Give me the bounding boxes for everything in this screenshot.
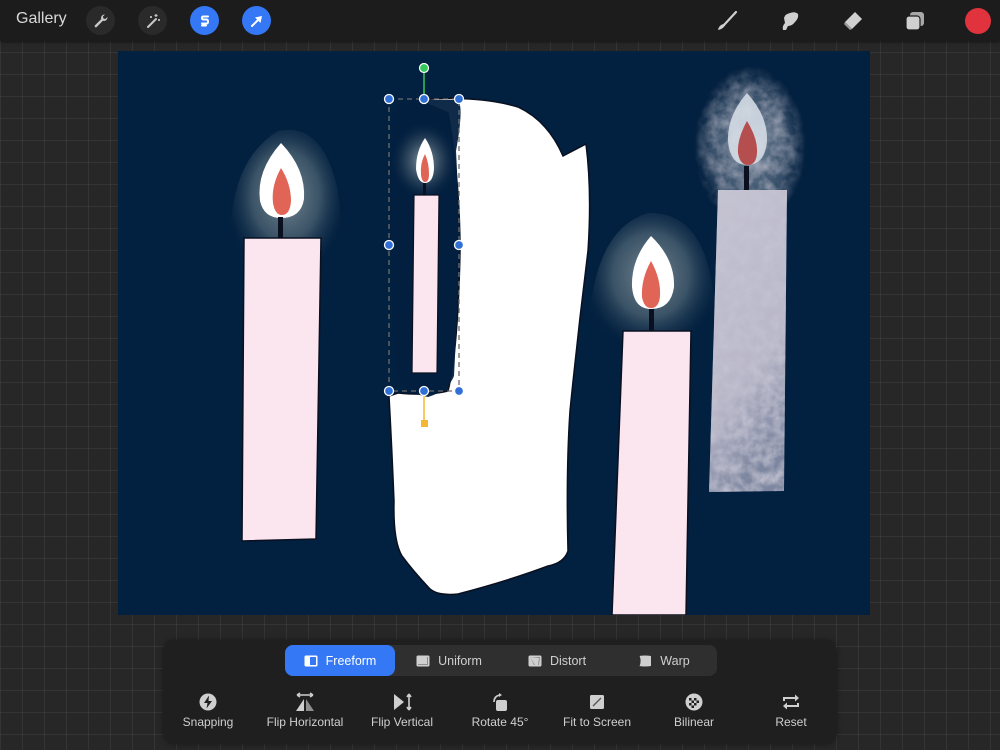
bilinear-icon	[685, 693, 703, 711]
transform-panel: Freeform Uniform Distort Warp Snapping F…	[163, 640, 837, 744]
handle-top-center[interactable]	[418, 93, 430, 105]
eraser-icon	[844, 12, 862, 30]
flip-horizontal-button[interactable]: Flip Horizontal	[255, 692, 355, 729]
action-label: Bilinear	[673, 715, 715, 729]
rotate-45-button[interactable]: Rotate 45°	[450, 692, 550, 729]
actions-button[interactable]	[86, 6, 115, 35]
action-label: Reset	[775, 715, 807, 729]
mode-label: Warp	[660, 653, 690, 668]
adjustments-button[interactable]	[138, 6, 167, 35]
flip-horizontal-icon	[296, 692, 314, 711]
eraser-button[interactable]	[838, 6, 868, 36]
mode-distort[interactable]: Distort	[503, 645, 611, 676]
layers-icon	[905, 12, 924, 31]
transform-button[interactable]	[242, 6, 271, 35]
artwork	[118, 51, 870, 615]
freeform-icon	[304, 655, 318, 666]
smudge-finger-icon	[782, 12, 799, 30]
color-picker-button[interactable]	[965, 8, 991, 34]
selection-button[interactable]	[190, 6, 219, 35]
transform-arrow-icon	[250, 15, 262, 27]
reset-arrows-icon	[783, 694, 799, 710]
layers-button[interactable]	[900, 6, 930, 36]
transform-mode-selector: Freeform Uniform Distort Warp	[285, 645, 717, 676]
mode-label: Uniform	[438, 653, 482, 668]
action-label: Flip Vertical	[370, 715, 434, 729]
pivot-handle[interactable]	[421, 420, 428, 427]
fit-to-screen-button[interactable]: Fit to Screen	[547, 692, 647, 729]
action-label: Rotate 45°	[471, 715, 529, 729]
mode-label: Distort	[549, 653, 587, 668]
rotate-45-icon	[493, 693, 507, 711]
snapping-button[interactable]: Snapping	[158, 692, 258, 729]
brush-button[interactable]	[712, 6, 742, 36]
handle-top-right[interactable]	[453, 93, 465, 105]
snapping-bolt-icon	[199, 693, 217, 711]
handle-bottom-right[interactable]	[453, 385, 465, 397]
uniform-icon	[416, 655, 430, 666]
warp-icon	[638, 655, 652, 666]
action-label: Flip Horizontal	[266, 715, 344, 729]
gallery-button[interactable]: Gallery	[16, 10, 67, 28]
handle-top-left[interactable]	[383, 93, 395, 105]
action-label: Snapping	[182, 715, 234, 729]
action-label: Fit to Screen	[562, 715, 632, 729]
mode-warp[interactable]: Warp	[611, 645, 717, 676]
fit-to-screen-icon	[590, 695, 604, 709]
bilinear-button[interactable]: Bilinear	[644, 692, 744, 729]
drawing-canvas[interactable]	[118, 51, 870, 615]
handle-middle-right[interactable]	[453, 239, 465, 251]
paintbrush-icon	[718, 10, 738, 30]
selected-small-candle[interactable]	[390, 100, 461, 397]
handle-bottom-center[interactable]	[418, 385, 430, 397]
handle-middle-left[interactable]	[383, 239, 395, 251]
wrench-icon	[94, 14, 107, 27]
rotate-handle[interactable]	[418, 62, 430, 74]
flip-vertical-icon	[394, 693, 412, 711]
reset-button[interactable]: Reset	[741, 692, 841, 729]
selection-s-icon	[200, 15, 209, 26]
smudge-button[interactable]	[775, 6, 805, 36]
distort-icon	[528, 655, 542, 666]
handle-bottom-left[interactable]	[383, 385, 395, 397]
flip-vertical-button[interactable]: Flip Vertical	[352, 692, 452, 729]
mode-uniform[interactable]: Uniform	[395, 645, 503, 676]
top-toolbar: Gallery	[0, 0, 1000, 41]
mode-freeform[interactable]: Freeform	[285, 645, 395, 676]
mode-label: Freeform	[325, 653, 377, 668]
magic-wand-icon	[146, 13, 160, 28]
